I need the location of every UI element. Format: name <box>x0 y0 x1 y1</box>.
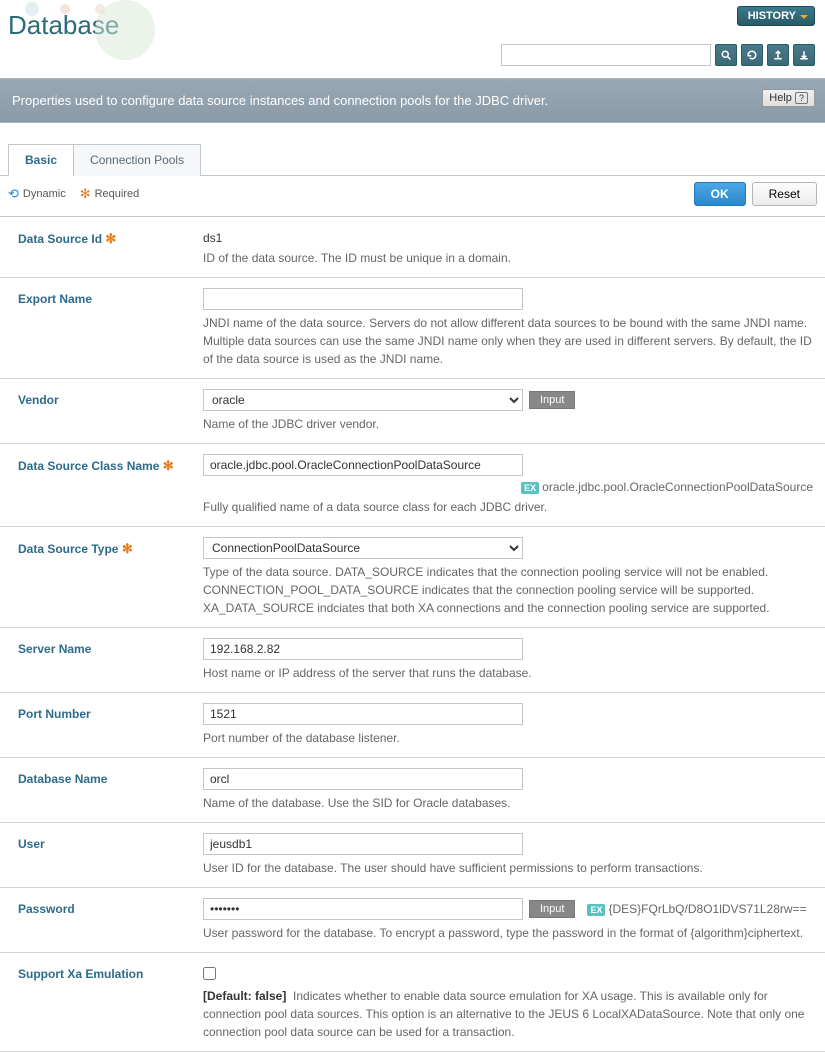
tab-basic[interactable]: Basic <box>8 144 74 176</box>
import-icon[interactable] <box>793 44 815 66</box>
label-ds-type: Data Source Type ✻ <box>18 537 203 617</box>
decor-circle <box>60 4 70 14</box>
help-vendor: Name of the JDBC driver vendor. <box>203 415 817 433</box>
input-database-name[interactable] <box>203 768 523 790</box>
help-password: User password for the database. To encry… <box>203 924 817 942</box>
history-button[interactable]: HISTORY <box>737 6 815 26</box>
search-input[interactable] <box>501 44 711 66</box>
help-user: User ID for the database. The user shoul… <box>203 859 817 877</box>
help-ds-type: Type of the data source. DATA_SOURCE ind… <box>203 563 817 617</box>
vendor-input-button[interactable]: Input <box>529 391 575 409</box>
input-port-number[interactable] <box>203 703 523 725</box>
label-export-name: Export Name <box>18 288 203 368</box>
required-icon: ✻ <box>122 541 133 556</box>
help-server-name: Host name or IP address of the server th… <box>203 664 817 682</box>
label-user: User <box>18 833 203 877</box>
label-vendor: Vendor <box>18 389 203 433</box>
required-icon: ✻ <box>80 186 91 202</box>
page-description-bar: Properties used to configure data source… <box>0 78 825 123</box>
select-ds-type[interactable]: ConnectionPoolDataSource <box>203 537 523 559</box>
tab-connection-pools[interactable]: Connection Pools <box>73 144 201 176</box>
refresh-icon[interactable] <box>741 44 763 66</box>
select-vendor[interactable]: oracle <box>203 389 523 411</box>
help-data-source-id: ID of the data source. The ID must be un… <box>203 249 817 267</box>
label-ds-class-name: Data Source Class Name ✻ <box>18 454 203 516</box>
ex-badge: EX <box>587 904 605 916</box>
tabs: Basic Connection Pools <box>0 143 825 176</box>
help-button[interactable]: Help ? <box>762 89 815 107</box>
legend-required: ✻Required <box>80 186 140 202</box>
decor-circle <box>25 2 39 16</box>
checkbox-support-xa[interactable] <box>203 967 216 980</box>
input-export-name[interactable] <box>203 288 523 310</box>
input-password[interactable] <box>203 898 523 920</box>
ok-button[interactable]: OK <box>694 182 746 206</box>
label-server-name: Server Name <box>18 638 203 682</box>
ex-badge: EX <box>521 482 539 494</box>
help-database-name: Name of the database. Use the SID for Or… <box>203 794 817 812</box>
value-data-source-id: ds1 <box>203 227 817 245</box>
page-description: Properties used to configure data source… <box>12 93 548 108</box>
input-ds-class-name[interactable] <box>203 454 523 476</box>
label-password: Password <box>18 898 203 942</box>
required-icon: ✻ <box>163 458 174 473</box>
label-port-number: Port Number <box>18 703 203 747</box>
ex-password: {DES}FQrLbQ/D8O1lDVS71L28rw== <box>608 902 806 916</box>
input-user[interactable] <box>203 833 523 855</box>
help-support-xa: [Default: false] Indicates whether to en… <box>203 987 817 1041</box>
label-database-name: Database Name <box>18 768 203 812</box>
dynamic-icon: ⟲ <box>8 186 19 202</box>
ex-ds-class-name: oracle.jdbc.pool.OracleConnectionPoolDat… <box>542 480 813 494</box>
help-icon: ? <box>795 92 808 104</box>
help-port-number: Port number of the database listener. <box>203 729 817 747</box>
required-icon: ✻ <box>105 231 116 246</box>
help-ds-class-name: Fully qualified name of a data source cl… <box>203 498 817 516</box>
export-icon[interactable] <box>767 44 789 66</box>
label-data-source-id: Data Source Id ✻ <box>18 227 203 267</box>
help-export-name: JNDI name of the data source. Servers do… <box>203 314 817 368</box>
search-icon[interactable] <box>715 44 737 66</box>
decor-circle <box>95 4 105 14</box>
password-input-button[interactable]: Input <box>529 900 575 918</box>
label-support-xa: Support Xa Emulation <box>18 963 203 1041</box>
input-server-name[interactable] <box>203 638 523 660</box>
legend-dynamic: ⟲Dynamic <box>8 186 66 202</box>
reset-button[interactable]: Reset <box>752 182 817 206</box>
